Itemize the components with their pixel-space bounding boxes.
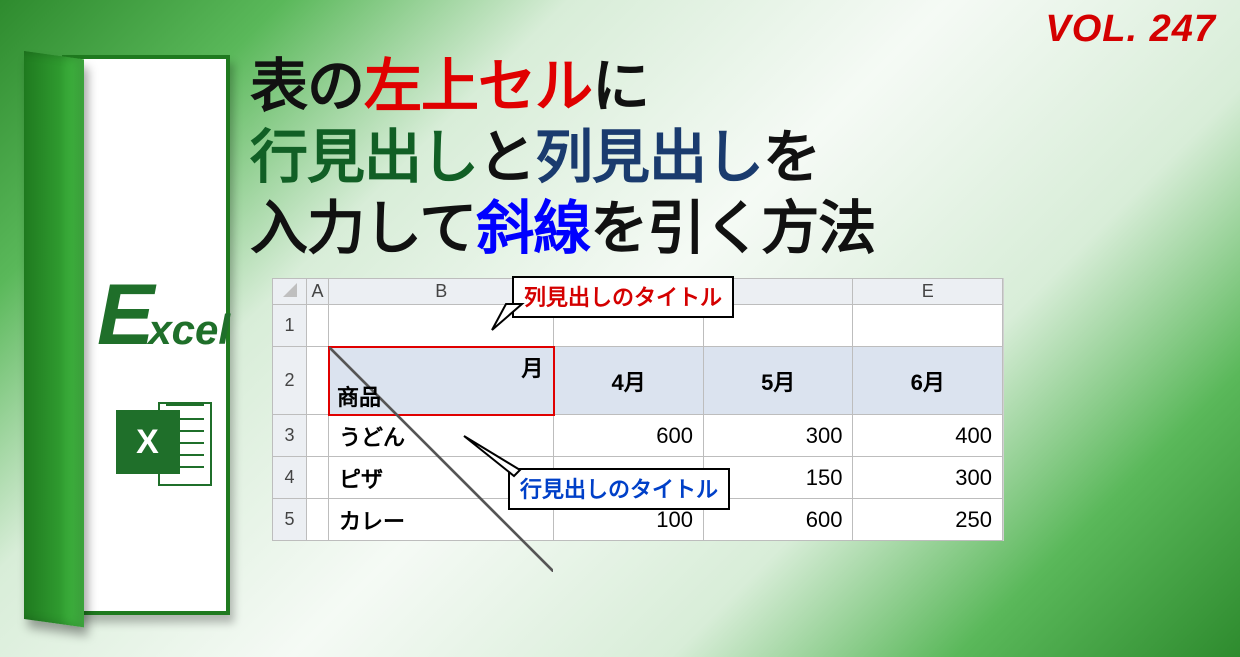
title-highlight-navy: 列見出し	[535, 125, 763, 190]
spreadsheet-mock: A B E 1 2 月	[272, 278, 1004, 541]
title-text: に	[592, 54, 649, 119]
title-text: 入力して	[250, 196, 476, 261]
month-header: 4月	[554, 347, 704, 415]
row-header: 4	[273, 457, 307, 499]
value-cell: 300	[853, 457, 1003, 499]
title-text: を	[763, 125, 820, 190]
callout-row-title: 行見出しのタイトル	[508, 468, 730, 510]
door-graphic: Excel X	[24, 55, 234, 630]
diag-top-label: 月	[521, 351, 543, 383]
callout-tail-icon	[492, 300, 532, 340]
table-row: 2 月 商品 4月 5月 6月	[273, 347, 1003, 415]
select-all-triangle-icon	[283, 283, 297, 297]
row-header: 2	[273, 347, 307, 415]
excel-wordmark: Excel	[86, 285, 241, 354]
title-highlight-green: 行見出し	[250, 125, 478, 190]
main-panel: 表の左上セルに 行見出しと列見出しを 入力して斜線を引く方法 A B E 1	[250, 52, 1214, 637]
cell	[853, 305, 1003, 347]
volume-label: VOL. 247	[1045, 8, 1216, 51]
value-cell: 250	[853, 499, 1003, 541]
excel-icon-book: X	[116, 410, 180, 474]
page-title: 表の左上セルに 行見出しと列見出しを 入力して斜線を引く方法	[250, 52, 1214, 264]
month-header: 6月	[853, 347, 1003, 415]
title-highlight-blue: 斜線	[476, 196, 590, 261]
title-text: 表の	[250, 54, 364, 119]
row-header: 5	[273, 499, 307, 541]
title-text: と	[478, 125, 535, 190]
cell	[307, 499, 329, 541]
title-highlight-red: 左上セル	[364, 54, 592, 119]
select-all-corner	[273, 279, 307, 305]
callout-text: 列見出しのタイトル	[524, 285, 722, 310]
callout-text: 行見出しのタイトル	[520, 477, 718, 502]
col-header: E	[853, 279, 1003, 305]
cell	[307, 305, 329, 347]
table-row: 3 うどん 600 300 400	[273, 415, 1003, 457]
row-header: 1	[273, 305, 307, 347]
diagonal-header-cell: 月 商品	[329, 347, 554, 415]
callout-tail-icon	[464, 436, 534, 496]
callout-column-title: 列見出しのタイトル	[512, 276, 734, 318]
excel-icon: X	[116, 396, 212, 492]
value-cell: 400	[853, 415, 1003, 457]
cell	[307, 347, 329, 415]
excel-rest: xcel	[148, 306, 230, 353]
value-cell: 600	[554, 415, 704, 457]
title-text: を引く方法	[590, 196, 875, 261]
month-header: 5月	[703, 347, 853, 415]
diag-bottom-label: 商品	[337, 380, 381, 412]
door-leaf	[24, 51, 84, 627]
cell	[307, 415, 329, 457]
row-header: 3	[273, 415, 307, 457]
cell	[307, 457, 329, 499]
value-cell: 300	[703, 415, 853, 457]
col-header: A	[307, 279, 329, 305]
excel-initial: E	[97, 285, 154, 345]
